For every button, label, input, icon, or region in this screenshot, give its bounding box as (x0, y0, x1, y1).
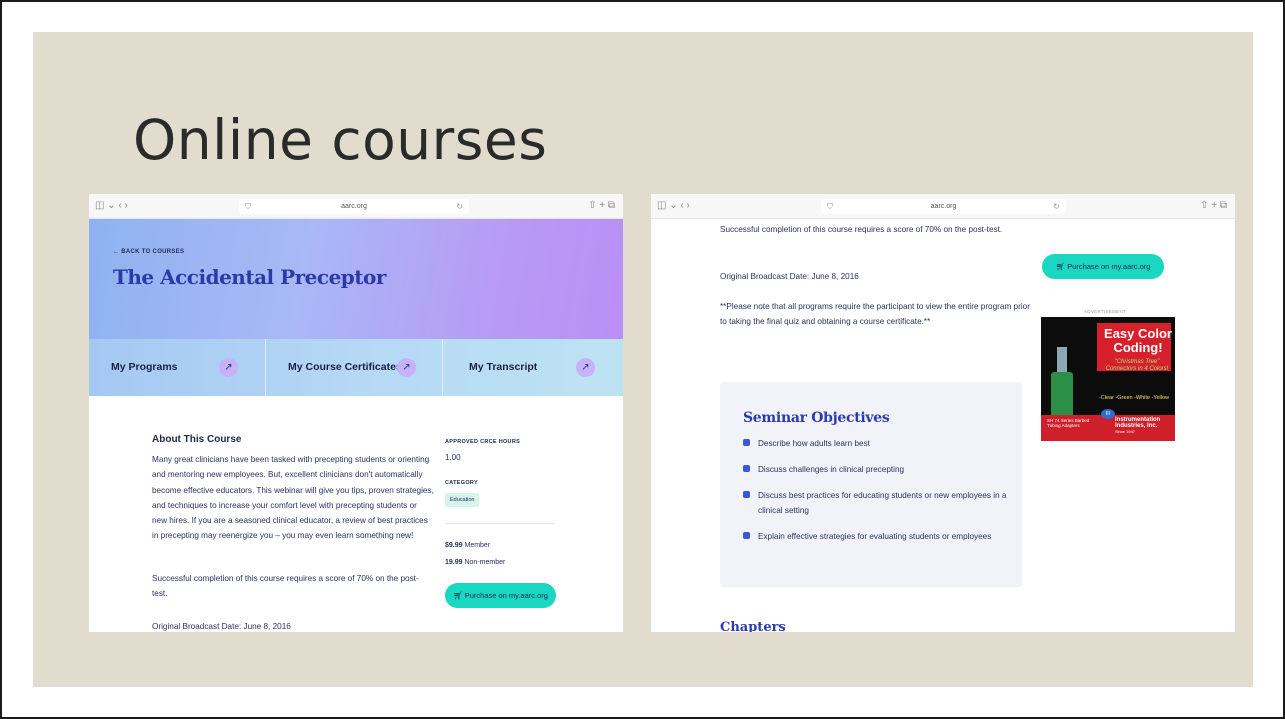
list-item: Describe how adults learn best (743, 436, 1013, 451)
purchase-button[interactable]: 🛒︎ Purchase on my.aarc.org (1042, 254, 1164, 279)
nonmember-price-value: 19.99 (445, 559, 463, 566)
connector-image (1051, 372, 1073, 420)
slide-title: Online courses (133, 108, 548, 172)
seminar-objectives-panel: Seminar Objectives Describe how adults l… (720, 382, 1022, 587)
member-price-value: $9.99 (445, 542, 463, 549)
address-bar[interactable]: ⛉ aarc.org ↻ (821, 199, 1066, 214)
program-note: **Please note that all programs require … (720, 302, 1030, 327)
back-to-courses-link[interactable]: ← BACK TO COURSES (113, 249, 184, 255)
ad-company: Instrumentation Industries, Inc. Since 1… (1115, 417, 1173, 435)
objectives-list: Describe how adults learn best Discuss c… (743, 436, 1013, 544)
nav-card-my-programs[interactable]: My Programs ↗ (89, 339, 266, 396)
bullet-icon (743, 491, 750, 498)
advertisement-banner[interactable]: Easy Color Coding! "Christmas Tree" Conn… (1041, 317, 1175, 441)
browser-window-course-details: ◫ ⌄ ‹ › ⛉ aarc.org ↻ ⇧ + ⧉ Successful co… (651, 194, 1235, 632)
completion-requirement: Successful completion of this course req… (720, 225, 1003, 234)
purchase-button-label: Purchase on my.aarc.org (1067, 262, 1151, 271)
chapters-heading: Chapters (720, 620, 786, 632)
ad-title: Easy Color Coding! (1104, 326, 1172, 355)
objective-text: Explain effective strategies for evaluat… (758, 532, 992, 541)
nav-card-label: My Transcript (469, 361, 538, 373)
course-details-body: Successful completion of this course req… (651, 219, 1235, 632)
nav-controls[interactable]: ◫ ⌄ ‹ › (95, 200, 128, 211)
purchase-button[interactable]: 🛒︎ Purchase on my.aarc.org (445, 583, 556, 608)
browser-actions[interactable]: ⇧ + ⧉ (1200, 200, 1227, 211)
shield-icon: ⛉ (245, 202, 251, 211)
bullet-icon (743, 465, 750, 472)
company-logo-icon: III (1101, 409, 1115, 419)
nav-card-label: My Course Certificates (288, 361, 402, 373)
category-tag[interactable]: Education (445, 493, 480, 507)
ad-since: Since 1947 (1115, 429, 1136, 434)
account-nav-cards: My Programs ↗ My Course Certificates ↗ M… (89, 339, 623, 396)
course-hero: ← BACK TO COURSES The Accidental Precept… (89, 219, 623, 339)
nonmember-price-label: Non-member (464, 559, 506, 566)
nonmember-price: 19.99 Non-member (445, 559, 505, 566)
bullet-icon (743, 439, 750, 446)
hours-label: APPROVED CRCE HOURS (445, 439, 521, 445)
nav-card-my-course-certificates[interactable]: My Course Certificates ↗ (266, 339, 443, 396)
divider (445, 523, 555, 524)
list-item: Discuss challenges in clinical preceptin… (743, 462, 1013, 477)
ad-color-list: -Clear -Green -White -Yellow (1098, 395, 1170, 401)
browser-actions[interactable]: ⇧ + ⧉ (588, 200, 615, 211)
url-text: aarc.org (930, 203, 957, 210)
objective-text: Describe how adults learn best (758, 439, 870, 448)
reload-icon[interactable]: ↻ (1053, 199, 1060, 214)
browser-toolbar: ◫ ⌄ ‹ › ⛉ aarc.org ↻ ⇧ + ⧉ (89, 194, 623, 219)
list-item: Discuss best practices for educating stu… (743, 488, 1013, 518)
hours-value: 1.00 (445, 453, 461, 462)
course-title: The Accidental Preceptor (113, 265, 386, 289)
member-price: $9.99 Member (445, 542, 490, 549)
arrow-up-right-icon: ↗ (219, 358, 238, 377)
browser-toolbar: ◫ ⌄ ‹ › ⛉ aarc.org ↻ ⇧ + ⧉ (651, 194, 1235, 219)
broadcast-date: Original Broadcast Date: June 8, 2016 (152, 622, 291, 631)
objectives-heading: Seminar Objectives (743, 410, 890, 426)
ad-subtitle: "Christmas Tree" Connectors in 4 Colors! (1105, 359, 1169, 372)
objective-text: Discuss challenges in clinical preceptin… (758, 465, 905, 474)
arrow-up-right-icon: ↗ (397, 358, 416, 377)
member-price-label: Member (464, 542, 491, 549)
purchase-button-label: Purchase on my.aarc.org (464, 591, 548, 600)
reload-icon[interactable]: ↻ (456, 199, 463, 214)
bullet-icon (743, 532, 750, 539)
about-description: Many great clinicians have been tasked w… (152, 455, 434, 541)
about-heading: About This Course (152, 434, 242, 445)
advertisement-label: ADVERTISEMENT (1084, 309, 1127, 314)
category-label: CATEGORY (445, 480, 478, 486)
browser-window-course-overview: ◫ ⌄ ‹ › ⛉ aarc.org ↻ ⇧ + ⧉ ← BACK TO COU… (89, 194, 623, 632)
completion-requirement: Successful completion of this course req… (152, 574, 419, 599)
nav-card-my-transcript[interactable]: My Transcript ↗ (443, 339, 623, 396)
course-body: About This Course Many great clinicians … (89, 396, 623, 632)
ad-company-name: Instrumentation Industries, Inc. (1115, 417, 1161, 429)
connector-image (1057, 347, 1067, 373)
address-bar[interactable]: ⛉ aarc.org ↻ (239, 199, 469, 214)
objective-text: Discuss best practices for educating stu… (758, 491, 1007, 515)
shield-icon: ⛉ (827, 202, 833, 211)
cart-icon: 🛒︎ (453, 591, 463, 600)
list-item: Explain effective strategies for evaluat… (743, 529, 1013, 544)
nav-controls[interactable]: ◫ ⌄ ‹ › (657, 200, 690, 211)
ad-series: SH 74 Series Barbed Tubing Adapters (1047, 418, 1090, 428)
arrow-up-right-icon: ↗ (576, 358, 595, 377)
broadcast-date: Original Broadcast Date: June 8, 2016 (720, 272, 859, 281)
url-text: aarc.org (341, 203, 367, 210)
cart-icon: 🛒︎ (1055, 262, 1066, 271)
nav-card-label: My Programs (111, 361, 178, 373)
